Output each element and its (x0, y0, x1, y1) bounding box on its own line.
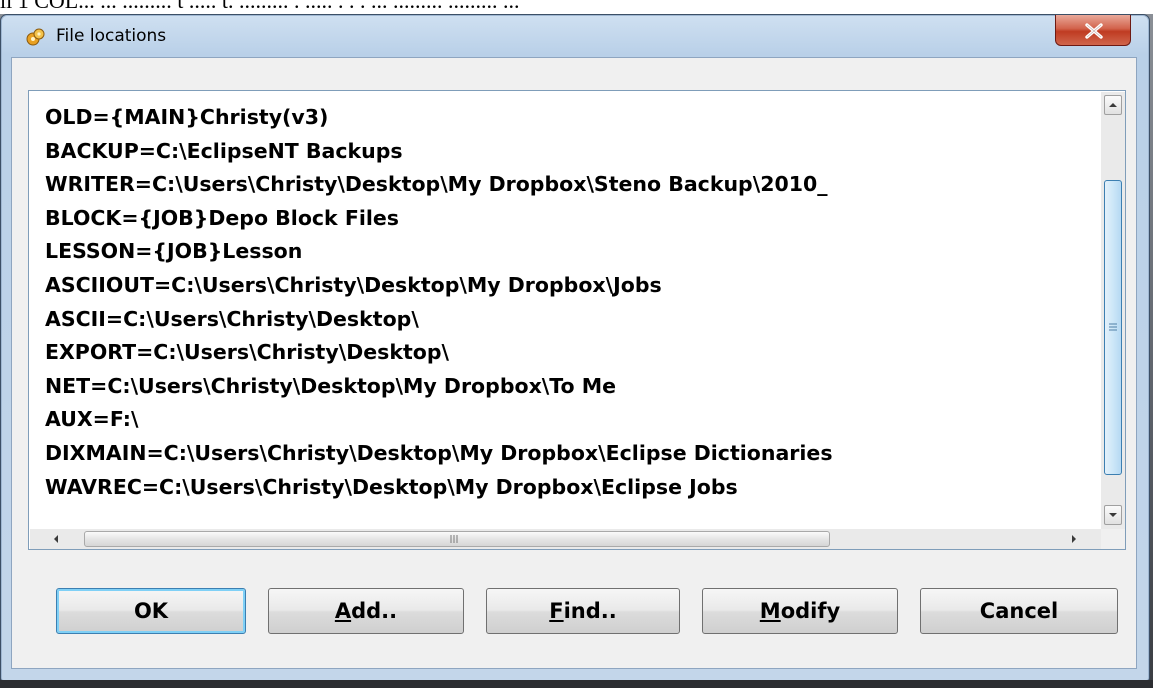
grip-icon (1109, 323, 1117, 331)
scroll-down-button[interactable] (1104, 505, 1122, 525)
list-item[interactable]: LESSON={JOB}Lesson (45, 235, 1085, 269)
add-button-mnemonic: A (334, 599, 352, 623)
find-button-mnemonic: F (549, 599, 564, 623)
file-locations-list[interactable]: OLD={MAIN}Christy(v3) BACKUP=C:\EclipseN… (28, 90, 1126, 550)
file-locations-dialog: File locations OLD={MAIN}Christy(v3) BAC… (0, 14, 1150, 682)
cancel-button[interactable]: Cancel (920, 588, 1118, 634)
vertical-scrollbar[interactable] (1101, 92, 1125, 529)
dialog-client-area: OLD={MAIN}Christy(v3) BACKUP=C:\EclipseN… (11, 57, 1137, 669)
title-bar[interactable]: File locations (1, 15, 1149, 57)
scroll-up-button[interactable] (1104, 95, 1122, 115)
list-item[interactable]: BLOCK={JOB}Depo Block Files (45, 202, 1085, 236)
modify-button[interactable]: Modify (702, 588, 898, 634)
background-window-text: ll 1 COL... ... ......... t ..... t. ...… (0, 0, 520, 13)
modify-button-label: odify (780, 599, 841, 623)
list-item[interactable]: EXPORT=C:\Users\Christy\Desktop\ (45, 336, 1085, 370)
list-item[interactable]: ASCII=C:\Users\Christy\Desktop\ (45, 303, 1085, 337)
list-item[interactable]: NET=C:\Users\Christy\Desktop\My Dropbox\… (45, 370, 1085, 404)
scroll-right-arrow-icon (1072, 535, 1076, 543)
list-item[interactable]: WAVREC=C:\Users\Christy\Desktop\My Dropb… (45, 471, 1085, 505)
background-desktop-bottom (0, 680, 1153, 688)
grip-icon (450, 535, 458, 543)
window-title: File locations (56, 26, 167, 46)
modify-button-mnemonic: M (759, 599, 781, 623)
find-button[interactable]: Find.. (486, 588, 680, 634)
ok-button[interactable]: OK (56, 588, 246, 634)
list-item[interactable]: WRITER=C:\Users\Christy\Desktop\My Dropb… (45, 168, 1085, 202)
close-button[interactable] (1055, 15, 1131, 46)
list-item[interactable]: BACKUP=C:\EclipseNT Backups (45, 135, 1085, 169)
list-items-container: OLD={MAIN}Christy(v3) BACKUP=C:\EclipseN… (45, 101, 1085, 511)
scroll-up-arrow-icon (1109, 103, 1117, 107)
add-button-label: dd.. (351, 599, 398, 623)
scroll-down-arrow-icon (1109, 513, 1117, 517)
background-window-strip: ll 1 COL... ... ......... t ..... t. ...… (0, 0, 1153, 14)
list-item[interactable]: DIXMAIN=C:\Users\Christy\Desktop\My Drop… (45, 437, 1085, 471)
scroll-right-button[interactable] (1066, 531, 1082, 547)
horizontal-scroll-thumb[interactable] (84, 531, 830, 547)
add-button[interactable]: Add.. (268, 588, 464, 634)
scrollbar-corner (1101, 529, 1125, 549)
horizontal-scrollbar[interactable] (30, 529, 1101, 549)
vertical-scroll-thumb[interactable] (1104, 180, 1122, 475)
list-item[interactable]: ASCIIOUT=C:\Users\Christy\Desktop\My Dro… (45, 269, 1085, 303)
app-icon (25, 27, 45, 47)
ok-button-label: OK (133, 599, 169, 623)
list-item[interactable]: OLD={MAIN}Christy(v3) (45, 101, 1085, 135)
list-item[interactable]: AUX=F:\ (45, 403, 1085, 437)
scroll-left-arrow-icon (54, 535, 58, 543)
cancel-button-label: Cancel (979, 599, 1059, 623)
close-icon (1085, 23, 1103, 39)
scroll-left-button[interactable] (48, 531, 64, 547)
find-button-label: ind.. (563, 599, 617, 623)
